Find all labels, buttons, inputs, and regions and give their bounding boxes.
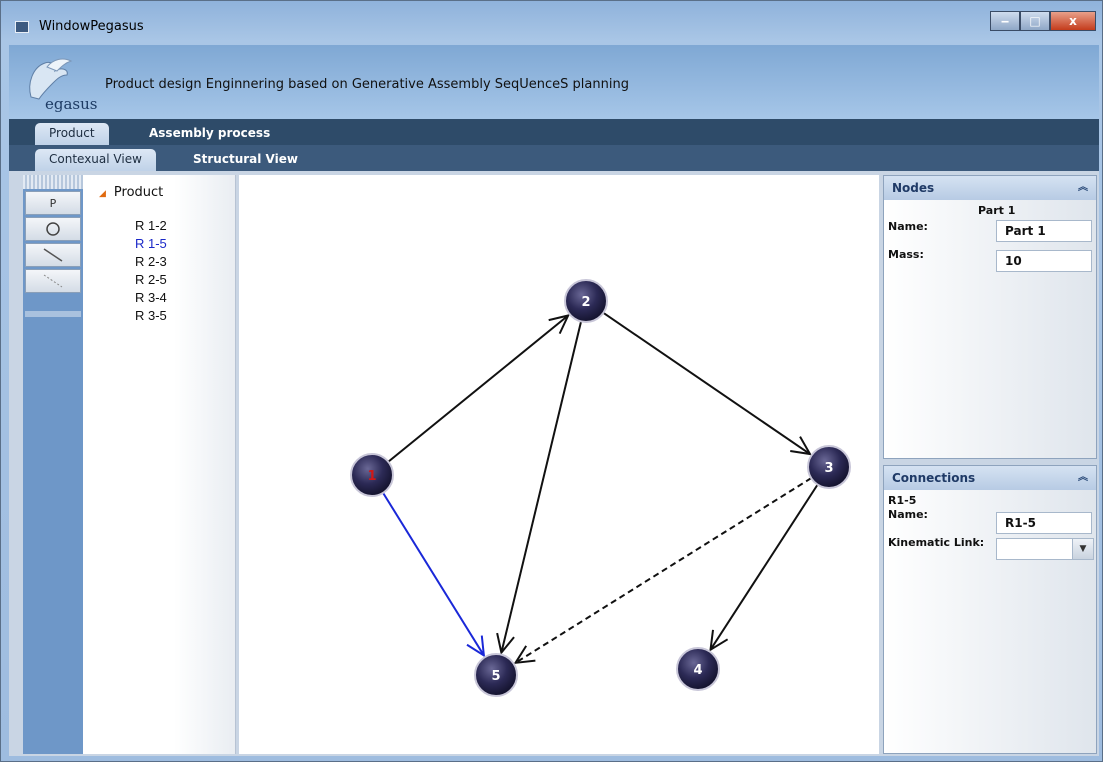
tree-root-label: Product	[113, 185, 164, 200]
circle-icon	[46, 222, 60, 236]
tree-item-r1-5[interactable]: R 1-5	[135, 235, 167, 253]
node-mass-field[interactable]: 10	[996, 250, 1092, 272]
maximize-button[interactable]: □	[1020, 11, 1050, 31]
app-window: WindowPegasus ‒ □ x egasus Product desig…	[0, 0, 1103, 762]
tree-item-r1-2[interactable]: R 1-2	[135, 217, 167, 235]
tab-structural-view[interactable]: Structural View	[179, 149, 312, 171]
toolbox-footer	[25, 311, 81, 317]
tree-item-r2-5[interactable]: R 2-5	[135, 271, 167, 289]
nodes-panel-header[interactable]: Nodes ︽	[884, 176, 1096, 200]
tree-item-r3-5[interactable]: R 3-5	[135, 307, 167, 325]
kinematic-link-dropdown[interactable]: ▼	[996, 538, 1094, 560]
product-tree: ◢ Product R 1-2 R 1-5 R 2-3 R 2-5 R 3-4 R…	[83, 175, 236, 754]
part-tool-button[interactable]: P	[25, 191, 81, 215]
workspace: P ◢ Product R 1-2 R 1-5 R 2-3 R 2-5 R 3-…	[9, 171, 1099, 756]
node-name-field[interactable]: Part 1	[996, 220, 1092, 242]
graph-node-4[interactable]: 4	[676, 647, 720, 691]
edge-2-5[interactable]	[500, 321, 583, 653]
graph-canvas[interactable]: 1 2 3 4 5	[239, 175, 879, 754]
close-button[interactable]: x	[1050, 11, 1096, 31]
graph-node-3[interactable]: 3	[807, 445, 851, 489]
node-name-label: Name:	[888, 220, 928, 233]
edge-1-2[interactable]	[387, 314, 569, 463]
window-title: WindowPegasus	[39, 19, 144, 34]
app-window-icon	[15, 21, 29, 33]
dropdown-arrow-icon[interactable]: ▼	[1072, 539, 1093, 559]
toolbox: P	[23, 175, 83, 754]
tree-item-r2-3[interactable]: R 2-3	[135, 253, 167, 271]
dashed-line-icon	[43, 274, 63, 288]
line-icon	[43, 248, 63, 262]
main-tab-bar: Product Assembly process	[9, 119, 1099, 145]
edge-3-5[interactable]	[514, 477, 812, 664]
selected-connection-title: R1-5	[888, 494, 917, 507]
connection-name-field[interactable]: R1-5	[996, 512, 1092, 534]
edge-1-5[interactable]	[382, 492, 485, 656]
selected-node-title: Part 1	[978, 204, 1016, 217]
dashed-edge-tool-button[interactable]	[25, 269, 81, 293]
window-controls: ‒ □ x	[990, 11, 1096, 33]
node-label: 5	[491, 669, 500, 684]
assembly-graph[interactable]: 1 2 3 4 5	[239, 175, 879, 754]
view-tab-bar: Contexual View Structural View	[9, 145, 1099, 171]
tree-root-product[interactable]: ◢ Product	[99, 185, 163, 200]
connection-name-label: Name:	[888, 508, 928, 521]
connections-panel: Connections ︽ R1-5 Name: R1-5 Kinematic …	[883, 465, 1097, 754]
title-bar[interactable]: WindowPegasus ‒ □ x	[1, 1, 1103, 45]
node-tool-button[interactable]	[25, 217, 81, 241]
graph-edges	[382, 312, 819, 665]
connections-panel-title: Connections	[892, 471, 976, 485]
collapse-chevron-icon[interactable]: ︽	[1078, 176, 1088, 200]
node-mass-label: Mass:	[888, 248, 924, 261]
graph-node-5[interactable]: 5	[474, 653, 518, 697]
node-label: 4	[693, 663, 702, 678]
part-tool-label: P	[49, 196, 57, 210]
tree-item-r3-4[interactable]: R 3-4	[135, 289, 167, 307]
node-label: 1	[367, 469, 376, 484]
edge-tool-button[interactable]	[25, 243, 81, 267]
minimize-button[interactable]: ‒	[990, 11, 1020, 31]
node-label: 2	[581, 295, 590, 310]
logo-text: egasus	[45, 95, 98, 113]
relation-list: R 1-2 R 1-5 R 2-3 R 2-5 R 3-4 R 3-5	[135, 217, 167, 325]
edge-2-3[interactable]	[602, 312, 811, 455]
app-banner: egasus Product design Enginnering based …	[9, 45, 1099, 120]
graph-node-1[interactable]: 1	[350, 453, 394, 497]
node-label: 3	[824, 461, 833, 476]
graph-node-2[interactable]: 2	[564, 279, 608, 323]
tab-assembly-process[interactable]: Assembly process	[135, 123, 284, 145]
graph-nodes: 1 2 3 4 5	[350, 279, 851, 697]
edge-3-4[interactable]	[709, 484, 819, 651]
expand-arrow-icon[interactable]: ◢	[99, 189, 106, 199]
tab-contexual-view[interactable]: Contexual View	[35, 149, 156, 171]
connections-panel-header[interactable]: Connections ︽	[884, 466, 1096, 490]
banner-description: Product design Enginnering based on Gene…	[105, 77, 629, 92]
nodes-panel-title: Nodes	[892, 181, 935, 195]
tab-product[interactable]: Product	[35, 123, 109, 145]
toolbox-grip[interactable]	[23, 175, 83, 189]
kinematic-link-label: Kinematic Link:	[888, 536, 985, 549]
pegasus-logo: egasus	[17, 53, 97, 113]
nodes-panel: Nodes ︽ Part 1 Name: Part 1 Mass: 10	[883, 175, 1097, 459]
collapse-chevron-icon[interactable]: ︽	[1078, 466, 1088, 490]
